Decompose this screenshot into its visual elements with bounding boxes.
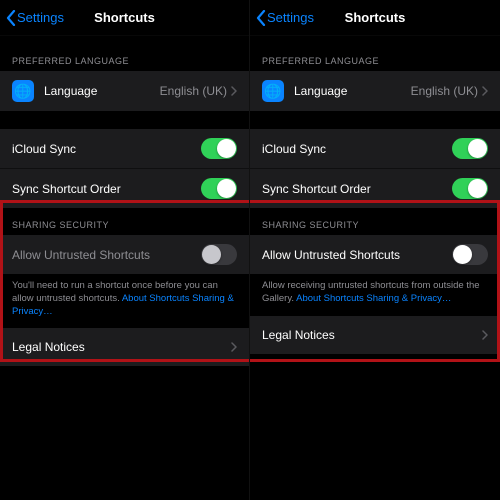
sync-order-label: Sync Shortcut Order [12,182,201,196]
language-value: English (UK) [160,84,227,98]
toggle-icloud-sync[interactable] [201,138,237,159]
legal-notices-label: Legal Notices [12,340,231,354]
toggle-allow-untrusted[interactable] [452,244,488,265]
language-label: Language [44,84,160,98]
chevron-right-icon [231,86,237,96]
back-label: Settings [17,10,64,25]
back-button[interactable]: Settings [6,0,64,35]
settings-pane-right: Settings Shortcuts PREFERRED LANGUAGE 🌐 … [250,0,500,500]
sharing-footer: Allow receiving untrusted shortcuts from… [250,274,500,316]
icloud-sync-label: iCloud Sync [262,142,452,156]
chevron-right-icon [482,86,488,96]
settings-pane-left: Settings Shortcuts PREFERRED LANGUAGE 🌐 … [0,0,250,500]
section-header-sharing: SHARING SECURITY [0,208,249,235]
toggle-sync-order[interactable] [201,178,237,199]
allow-untrusted-label: Allow Untrusted Shortcuts [262,248,452,262]
globe-icon: 🌐 [262,80,284,102]
toggle-allow-untrusted[interactable] [201,244,237,265]
icloud-sync-label: iCloud Sync [12,142,201,156]
globe-icon: 🌐 [12,80,34,102]
section-header-sharing: SHARING SECURITY [250,208,500,235]
sharing-footer: You'll need to run a shortcut once befor… [0,274,249,328]
toggle-sync-order[interactable] [452,178,488,199]
chevron-right-icon [231,342,237,352]
row-legal-notices[interactable]: Legal Notices [250,316,500,354]
row-icloud-sync[interactable]: iCloud Sync [0,129,249,169]
navbar: Settings Shortcuts [250,0,500,36]
section-header-language: PREFERRED LANGUAGE [250,44,500,71]
language-label: Language [294,84,411,98]
back-button[interactable]: Settings [256,0,314,35]
language-value: English (UK) [411,84,478,98]
row-icloud-sync[interactable]: iCloud Sync [250,129,500,169]
sync-order-label: Sync Shortcut Order [262,182,452,196]
row-allow-untrusted[interactable]: Allow Untrusted Shortcuts [250,235,500,274]
chevron-left-icon [6,10,16,26]
row-allow-untrusted[interactable]: Allow Untrusted Shortcuts [0,235,249,274]
section-header-language: PREFERRED LANGUAGE [0,44,249,71]
row-sync-order[interactable]: Sync Shortcut Order [250,169,500,208]
row-sync-order[interactable]: Sync Shortcut Order [0,169,249,208]
toggle-icloud-sync[interactable] [452,138,488,159]
legal-notices-label: Legal Notices [262,328,482,342]
row-language[interactable]: 🌐 Language English (UK) [0,71,249,111]
allow-untrusted-label: Allow Untrusted Shortcuts [12,248,201,262]
row-language[interactable]: 🌐 Language English (UK) [250,71,500,111]
privacy-link[interactable]: About Shortcuts Sharing & Privacy… [296,293,451,304]
chevron-right-icon [482,330,488,340]
navbar: Settings Shortcuts [0,0,249,36]
page-title: Shortcuts [94,10,155,25]
page-title: Shortcuts [345,10,406,25]
chevron-left-icon [256,10,266,26]
back-label: Settings [267,10,314,25]
row-legal-notices[interactable]: Legal Notices [0,328,249,366]
